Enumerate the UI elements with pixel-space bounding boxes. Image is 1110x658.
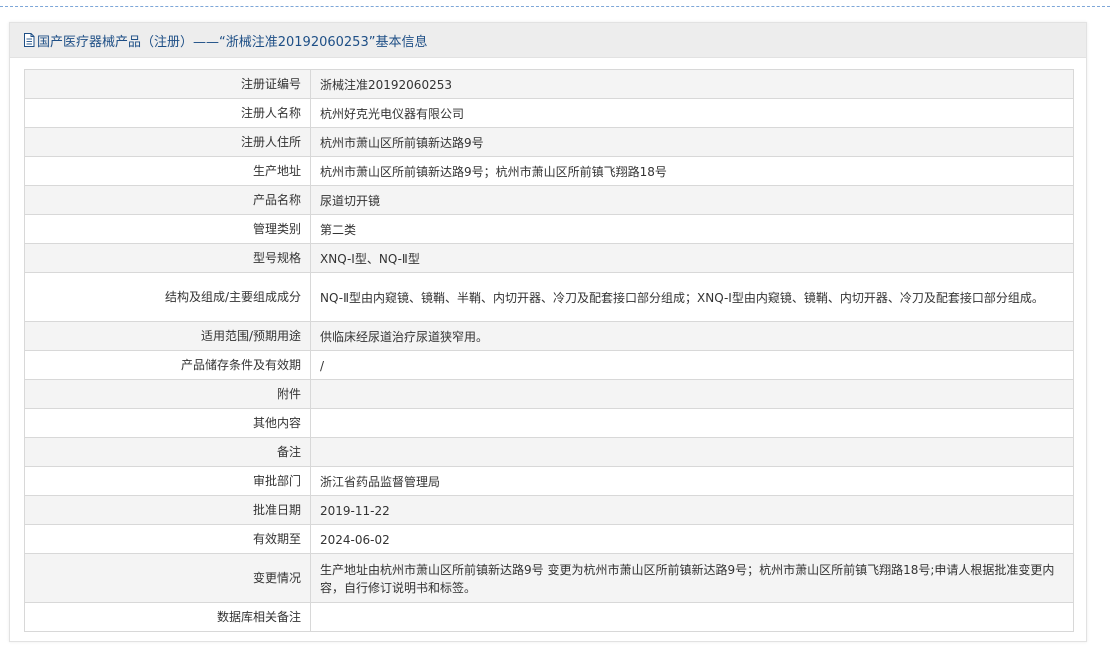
row-label: 注册人名称 <box>24 98 311 128</box>
row-value: / <box>310 350 1074 380</box>
row-label: 管理类别 <box>24 214 311 244</box>
row-label: 型号规格 <box>24 243 311 273</box>
row-label: 备注 <box>24 437 311 467</box>
table-row: 注册证编号 浙械注准20192060253 <box>24 69 1074 99</box>
row-label: 注册证编号 <box>24 69 311 99</box>
row-label: 审批部门 <box>24 466 311 496</box>
row-value <box>310 437 1074 467</box>
table-row: 产品储存条件及有效期 / <box>24 350 1074 380</box>
row-value <box>310 602 1074 632</box>
table-row: 型号规格 XNQ-Ⅰ型、NQ-Ⅱ型 <box>24 243 1074 273</box>
table-row: 数据库相关备注 <box>24 602 1074 632</box>
row-label: 产品储存条件及有效期 <box>24 350 311 380</box>
panel-title: 国产医疗器械产品（注册）——“浙械注准20192060253”基本信息 <box>37 34 428 50</box>
table-row: 产品名称 尿道切开镜 <box>24 185 1074 215</box>
row-value: 杭州市萧山区所前镇新达路9号 <box>310 127 1074 157</box>
info-table: 注册证编号 浙械注准20192060253 注册人名称 杭州好克光电仪器有限公司… <box>24 69 1074 632</box>
table-row: 注册人名称 杭州好克光电仪器有限公司 <box>24 98 1074 128</box>
table-row: 注册人住所 杭州市萧山区所前镇新达路9号 <box>24 127 1074 157</box>
row-label: 结构及组成/主要组成成分 <box>24 272 311 322</box>
table-row: 审批部门 浙江省药品监督管理局 <box>24 466 1074 496</box>
row-value <box>310 379 1074 409</box>
table-row: 批准日期 2019-11-22 <box>24 495 1074 525</box>
row-value <box>310 408 1074 438</box>
table-row: 有效期至 2024-06-02 <box>24 524 1074 554</box>
row-value: 浙江省药品监督管理局 <box>310 466 1074 496</box>
row-label: 生产地址 <box>24 156 311 186</box>
row-value: 生产地址由杭州市萧山区所前镇新达路9号 变更为杭州市萧山区所前镇新达路9号；杭州… <box>310 553 1074 603</box>
row-label: 批准日期 <box>24 495 311 525</box>
table-row: 管理类别 第二类 <box>24 214 1074 244</box>
row-value: 第二类 <box>310 214 1074 244</box>
row-label: 注册人住所 <box>24 127 311 157</box>
document-icon <box>24 33 35 47</box>
row-value: 2024-06-02 <box>310 524 1074 554</box>
row-value: 供临床经尿道治疗尿道狭窄用。 <box>310 321 1074 351</box>
row-value: XNQ-Ⅰ型、NQ-Ⅱ型 <box>310 243 1074 273</box>
row-label: 其他内容 <box>24 408 311 438</box>
row-value: NQ-Ⅱ型由内窥镜、镜鞘、半鞘、内切开器、冷刀及配套接口部分组成；XNQ-Ⅰ型由… <box>310 272 1074 322</box>
row-value: 杭州市萧山区所前镇新达路9号；杭州市萧山区所前镇飞翔路18号 <box>310 156 1074 186</box>
table-row: 附件 <box>24 379 1074 409</box>
table-row: 适用范围/预期用途 供临床经尿道治疗尿道狭窄用。 <box>24 321 1074 351</box>
product-info-panel: 国产医疗器械产品（注册）——“浙械注准20192060253”基本信息 注册证编… <box>9 22 1087 642</box>
row-label: 变更情况 <box>24 553 311 603</box>
row-value: 2019-11-22 <box>310 495 1074 525</box>
top-dashed-divider <box>0 6 1110 7</box>
panel-header: 国产医疗器械产品（注册）——“浙械注准20192060253”基本信息 <box>10 23 1086 58</box>
row-label: 数据库相关备注 <box>24 602 311 632</box>
table-row: 备注 <box>24 437 1074 467</box>
table-row: 其他内容 <box>24 408 1074 438</box>
table-row: 结构及组成/主要组成成分 NQ-Ⅱ型由内窥镜、镜鞘、半鞘、内切开器、冷刀及配套接… <box>24 272 1074 322</box>
row-label: 附件 <box>24 379 311 409</box>
row-value: 杭州好克光电仪器有限公司 <box>310 98 1074 128</box>
row-label: 产品名称 <box>24 185 311 215</box>
row-value: 浙械注准20192060253 <box>310 69 1074 99</box>
row-value: 尿道切开镜 <box>310 185 1074 215</box>
table-row: 生产地址 杭州市萧山区所前镇新达路9号；杭州市萧山区所前镇飞翔路18号 <box>24 156 1074 186</box>
row-label: 有效期至 <box>24 524 311 554</box>
table-row: 变更情况 生产地址由杭州市萧山区所前镇新达路9号 变更为杭州市萧山区所前镇新达路… <box>24 553 1074 603</box>
row-label: 适用范围/预期用途 <box>24 321 311 351</box>
